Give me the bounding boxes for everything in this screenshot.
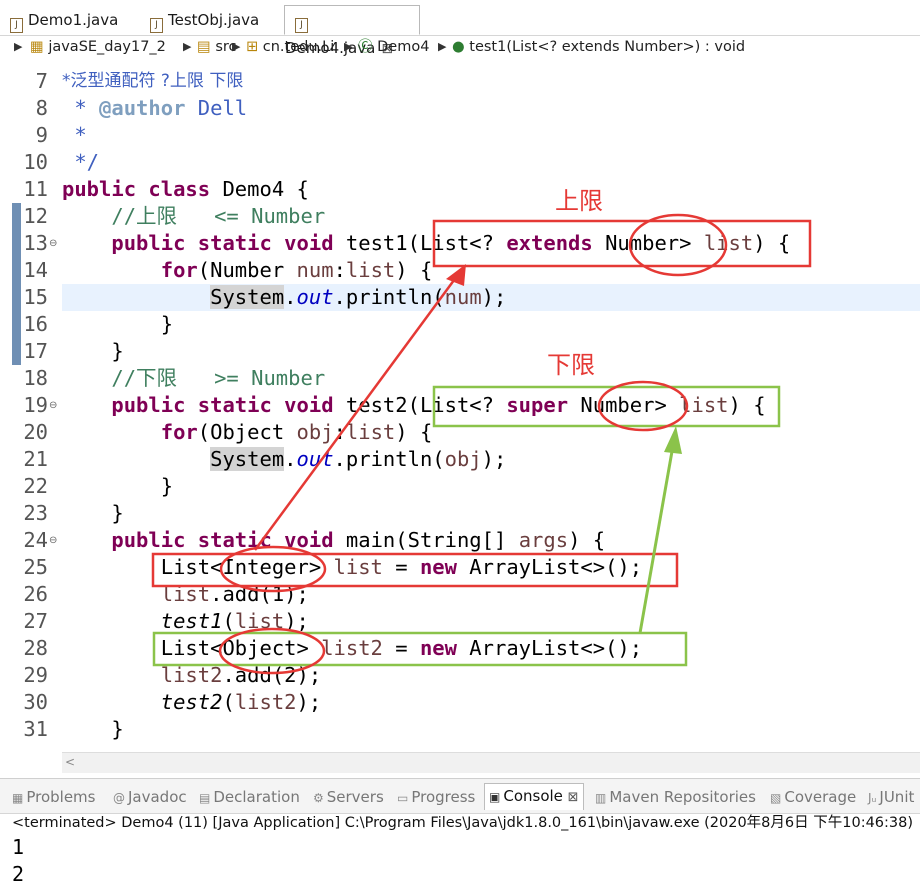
code-line: 21 System.out.println(obj); <box>23 447 507 471</box>
code-line: 23 } <box>23 501 124 525</box>
tab-maven-repositories[interactable]: ▥ Maven Repositories <box>595 785 756 810</box>
folder-icon: ▤ <box>197 39 211 55</box>
tab-console[interactable]: ▣ Console ⊠ <box>484 783 584 810</box>
code-line: 14 for(Number num:list) { <box>23 258 433 282</box>
close-icon[interactable]: ⊠ <box>568 790 579 805</box>
code-line: 27 test1(list); <box>23 609 309 633</box>
code-line: 16 } <box>23 312 174 336</box>
breadcrumb: ▶ ▦ javaSE_day17_2 ▶ ▤ src ▶ ⊞ cn.tedu.L… <box>0 36 920 58</box>
breadcrumb-project[interactable]: ▦ javaSE_day17_2 <box>30 36 166 58</box>
console-icon: ▣ <box>489 790 501 804</box>
editor-tab-bar: J Demo1.java J TestObj.java JDemo4.java ⊠ <box>0 0 920 57</box>
code-line: 29 list2.add(2); <box>23 663 322 687</box>
code-line: 12 //上限 <= Number <box>23 204 326 228</box>
maven-icon: ▥ <box>595 791 607 805</box>
junit-icon: Jᵤ <box>868 791 877 805</box>
chevron-right-icon: ▶ <box>14 40 23 53</box>
console-status: <terminated> Demo4 (11) [Java Applicatio… <box>12 815 914 831</box>
code-line: 20 for(Object obj:list) { <box>23 420 433 444</box>
java-file-icon: J <box>150 18 163 33</box>
upper-bound-label: 上限 <box>555 187 603 215</box>
chevron-right-icon: ▶ <box>183 40 192 53</box>
coverage-icon: ▧ <box>770 791 782 805</box>
collapse-icon[interactable]: ⊖ <box>49 392 57 419</box>
console-output-line: 2 <box>12 862 25 886</box>
declaration-icon: ▤ <box>199 791 211 805</box>
collapse-icon[interactable]: ⊖ <box>49 527 57 554</box>
code-line: 26 list.add(1); <box>23 582 309 606</box>
class-icon: Ⓒ <box>358 39 373 55</box>
code-line: 31 } <box>23 717 124 741</box>
problems-icon: ▦ <box>12 791 24 805</box>
code-line: 10 */ <box>23 150 100 174</box>
tab-demo1[interactable]: J Demo1.java <box>0 6 140 34</box>
tab-junit[interactable]: Jᵤ JUnit <box>868 785 914 810</box>
chevron-right-icon: ▶ <box>438 40 447 53</box>
breadcrumb-class[interactable]: Ⓒ Demo4 <box>358 36 429 58</box>
collapse-icon[interactable]: ⊖ <box>49 230 57 257</box>
package-icon: ⊞ <box>246 39 259 55</box>
tab-testobj[interactable]: J TestObj.java <box>140 6 282 34</box>
horizontal-scrollbar[interactable]: < <box>62 752 920 773</box>
chevron-right-icon: ▶ <box>232 40 241 53</box>
code-line: 19 ⊖ public static void test2(List<? supe… <box>23 392 766 419</box>
code-line: 15 System.out.println(num); <box>23 285 507 309</box>
tab-coverage[interactable]: ▧ Coverage <box>770 785 856 810</box>
tab-demo4[interactable]: JDemo4.java ⊠ <box>284 5 420 57</box>
view-tab-bar: ▦ Problems @ Javadoc ▤ Declaration ⚙ Servers… <box>0 778 920 814</box>
breadcrumb-src[interactable]: ▤ src <box>197 36 236 58</box>
code-line: 25 List<Integer> list = new ArrayList<>(… <box>23 555 643 579</box>
chevron-right-icon: ▶ <box>344 40 353 53</box>
java-file-icon: J <box>295 18 308 33</box>
console-output-line: 1 <box>12 835 25 859</box>
tab-declaration[interactable]: ▤ Declaration <box>199 785 300 810</box>
progress-icon: ▭ <box>397 791 409 805</box>
method-icon: ● <box>452 39 465 55</box>
code-line: 18 //下限 >= Number <box>23 366 326 390</box>
project-icon: ▦ <box>30 39 44 55</box>
code-editor[interactable]: 7 *泛型通配符 ?上限 下限 8 * @author Dell 9 * 10 *… <box>0 58 920 752</box>
code-line: 17 } <box>23 339 124 363</box>
java-file-icon: J <box>10 18 23 33</box>
code-line: 8 * @author Dell <box>35 96 248 120</box>
code-line: 28 List<Object> list2 = new ArrayList<>(… <box>23 636 643 660</box>
servers-icon: ⚙ <box>313 791 324 805</box>
code-line: 13 ⊖ public static void test1(List<? exte… <box>23 230 791 257</box>
tab-problems[interactable]: ▦ Problems <box>12 785 95 810</box>
lower-bound-label: 下限 <box>547 351 595 379</box>
code-line: 11 public class Demo4 { <box>23 177 309 201</box>
code-line: 7 *泛型通配符 ?上限 下限 <box>35 69 244 93</box>
tab-progress[interactable]: ▭ Progress <box>397 785 475 810</box>
breadcrumb-method[interactable]: ● test1(List<? extends Number>) : void <box>452 36 745 58</box>
code-line: 22 } <box>23 474 174 498</box>
code-line: 9 * <box>35 123 87 147</box>
tab-javadoc[interactable]: @ Javadoc <box>113 785 187 810</box>
at-icon: @ <box>113 791 125 805</box>
scroll-left-icon[interactable]: < <box>65 755 75 769</box>
tab-servers[interactable]: ⚙ Servers <box>313 785 384 810</box>
code-line: 24 ⊖ public static void main(String[] arg… <box>23 527 606 554</box>
code-line: 30 test2(list2); <box>23 690 322 714</box>
breadcrumb-package[interactable]: ⊞ cn.tedu.Li <box>246 36 334 58</box>
